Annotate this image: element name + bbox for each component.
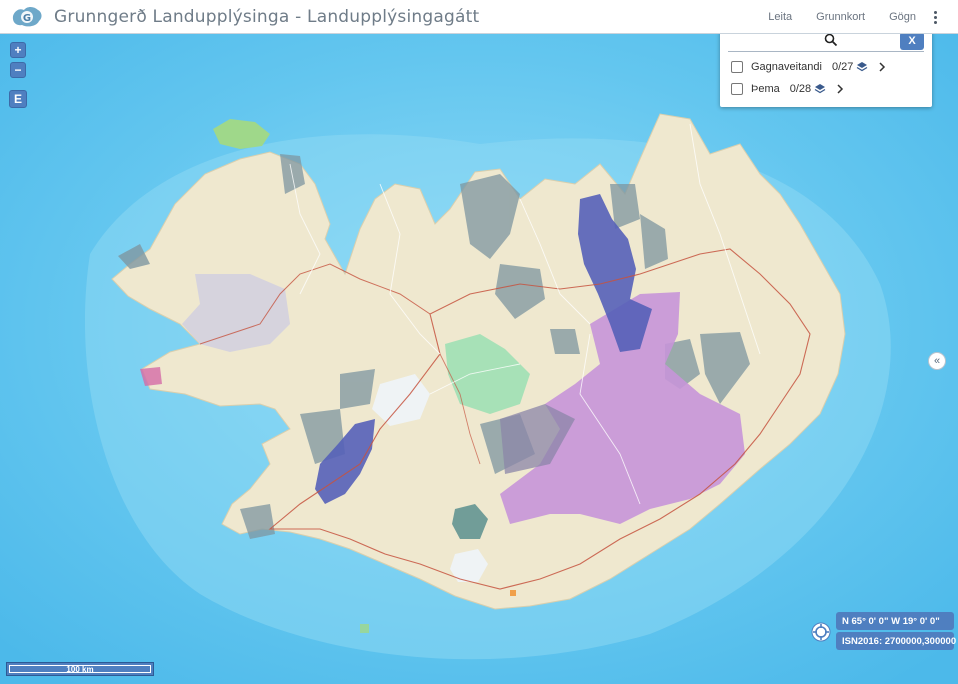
layer-panel: X Gagnaveitandi 0/27 Þema 0/28 xyxy=(720,30,932,107)
layer-label: Gagnaveitandi xyxy=(751,61,822,73)
nav-leita[interactable]: Leita xyxy=(768,11,792,23)
iceland-logo-icon[interactable]: G xyxy=(10,3,46,31)
layer-checkbox-thema[interactable] xyxy=(731,83,743,95)
e-button[interactable]: E xyxy=(9,90,27,108)
close-button[interactable]: X xyxy=(900,32,924,50)
coordinate-geographic: N 65° 0' 0" W 19° 0' 0" xyxy=(836,612,954,630)
layer-row-gagnaveitandi: Gagnaveitandi 0/27 xyxy=(720,56,932,78)
nav-grunnkort[interactable]: Grunnkort xyxy=(816,11,865,23)
layers-stack-icon xyxy=(814,84,826,94)
top-nav: Leita Grunnkort Gögn xyxy=(744,0,938,34)
more-menu-icon[interactable] xyxy=(932,10,938,24)
layer-count: 0/28 xyxy=(789,83,812,95)
scale-bar: 100 km xyxy=(6,662,154,676)
layer-checkbox-gagnaveitandi[interactable] xyxy=(731,61,743,73)
zoom-in-button[interactable]: + xyxy=(10,42,26,58)
crosshair-icon[interactable] xyxy=(811,622,831,642)
scale-label: 100 km xyxy=(9,665,151,674)
chevron-right-icon[interactable] xyxy=(836,84,844,94)
map-svg xyxy=(0,34,958,684)
zoom-out-button[interactable]: − xyxy=(10,62,26,78)
page-title: Grunngerð Landupplýsinga - Landupplýsing… xyxy=(54,6,480,27)
map-canvas[interactable] xyxy=(0,34,958,684)
layer-row-thema: Þema 0/28 xyxy=(720,78,932,100)
svg-text:G: G xyxy=(23,13,31,24)
app-header: G Grunngerð Landupplýsinga - Landupplýsi… xyxy=(0,0,958,34)
layers-stack-icon xyxy=(857,62,868,72)
nav-gogn[interactable]: Gögn xyxy=(889,11,916,23)
layer-count: 0/27 xyxy=(831,61,854,73)
layer-label: Þema xyxy=(751,83,780,95)
search-icon[interactable] xyxy=(824,33,838,47)
chevron-right-icon[interactable] xyxy=(878,62,886,72)
side-panel-toggle[interactable]: « xyxy=(928,352,946,370)
coordinate-projected: ISN2016: 2700000,300000 xyxy=(836,632,956,650)
